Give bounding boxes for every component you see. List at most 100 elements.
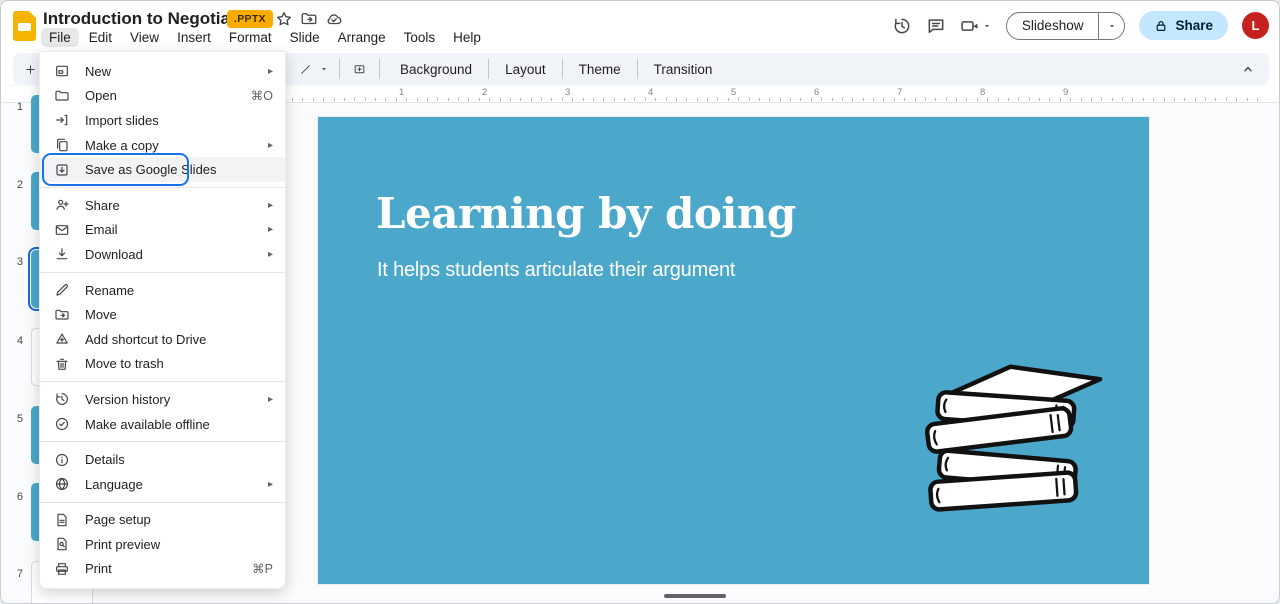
submenu-arrow-icon: ▸ [268,200,273,211]
submenu-arrow-icon: ▸ [268,249,273,260]
ruler-tick [531,98,532,101]
ruler-tick [998,98,999,101]
meet-presentation-control[interactable] [960,16,992,36]
ruler-tick [489,98,490,101]
menubar-item-slide[interactable]: Slide [282,28,328,47]
collapse-toolbar-button[interactable] [1239,60,1257,78]
ruler-tick [1215,98,1216,101]
ruler-tick [334,98,335,101]
new-slide-plus-button[interactable] [21,60,40,79]
menu-item-label: Make a copy [85,138,159,153]
ruler-tick [541,98,542,101]
toolbar-button-transition[interactable]: Transition [644,58,723,81]
toolbar-mid: Background Layout Theme Transition [296,58,722,81]
ruler-tick [894,98,895,101]
slide-subtitle-text[interactable]: It helps students articulate their argum… [377,259,735,282]
menubar-item-format[interactable]: Format [221,28,280,47]
menu-item-label: Version history [85,392,170,407]
slideshow-button[interactable]: Slideshow [1007,13,1099,39]
ruler-number: 5 [731,87,736,98]
menubar-item-help[interactable]: Help [445,28,489,47]
menubar-item-view[interactable]: View [122,28,167,47]
menu-item-share[interactable]: Share▸ [40,193,285,218]
slide-number: 5 [7,413,23,425]
ruler-tick [697,98,698,101]
folder-open-icon [54,88,70,104]
toolbar-button-theme[interactable]: Theme [569,58,631,81]
slide-title-text[interactable]: Learning by doing [376,189,796,238]
menubar-item-arrange[interactable]: Arrange [330,28,394,47]
ruler-tick [396,98,397,101]
menu-item-print[interactable]: Print⌘P [40,557,285,582]
ruler-tick [1112,98,1113,101]
line-tool-caret-icon[interactable] [319,64,329,74]
ruler-tick [946,98,947,101]
ruler-tick [551,98,552,101]
menubar-item-edit[interactable]: Edit [81,28,120,47]
menu-item-label: Download [85,247,143,262]
ruler-tick [1091,98,1092,101]
share-button[interactable]: Share [1139,11,1228,40]
ruler-tick [1226,98,1227,101]
menu-item-move-to-trash[interactable]: Move to trash [40,352,285,377]
menu-item-move[interactable]: Move [40,302,285,327]
folder-move-icon [54,307,70,323]
menu-item-print-preview[interactable]: Print preview [40,532,285,557]
menu-item-open[interactable]: Open⌘O [40,84,285,109]
account-avatar[interactable]: L [1242,12,1269,39]
move-folder-icon[interactable] [300,10,318,28]
books-stack-illustration[interactable] [903,349,1118,534]
slideshow-options-caret[interactable] [1098,13,1124,39]
line-tool-button[interactable] [296,60,315,79]
menu-item-add-shortcut-to-drive[interactable]: Add shortcut to Drive [40,327,285,352]
menu-item-make-a-copy[interactable]: Make a copy▸ [40,133,285,158]
ruler-tick [365,98,366,101]
menu-item-version-history[interactable]: Version history▸ [40,387,285,412]
star-icon[interactable] [275,10,293,28]
menu-item-download[interactable]: Download ▸ [40,242,285,267]
version-history-icon[interactable] [892,16,912,36]
menu-item-import-slides[interactable]: Import slides [40,108,285,133]
toolbar-buttons: Background Layout Theme Transition [390,58,722,81]
menubar-item-file[interactable]: File [41,28,79,47]
menu-item-details[interactable]: Details [40,447,285,472]
ruler-tick [292,98,293,101]
menu-item-label: Email [85,222,118,237]
ruler-tick [417,98,418,101]
comments-icon[interactable] [926,16,946,36]
menu-item-label: Print [85,561,112,576]
ruler-tick [427,98,428,101]
cloud-saved-icon[interactable] [325,10,343,28]
menu-item-save-as-google-slides[interactable]: Save as Google Slides [40,157,285,182]
ruler-tick [738,98,739,101]
menu-item-page-setup[interactable]: Page setup [40,508,285,533]
ruler-tick [500,98,501,101]
ruler-tick [1195,98,1196,101]
menu-item-label: Print preview [85,537,160,552]
menu-item-rename[interactable]: Rename [40,278,285,303]
ruler-tick [977,98,978,101]
caret-down-icon[interactable] [982,21,992,31]
ruler-tick [1174,98,1175,101]
menu-item-make-available-offline[interactable]: Make available offline [40,412,285,437]
slide-number: 3 [7,256,23,268]
menu-item-new[interactable]: New▸ [40,59,285,84]
menubar-item-insert[interactable]: Insert [169,28,219,47]
notes-resize-handle[interactable] [664,594,726,598]
toolbar-button-layout[interactable]: Layout [495,58,556,81]
lock-icon [1154,19,1168,33]
menubar-item-tools[interactable]: Tools [396,28,444,47]
current-slide[interactable]: Learning by doing It helps students arti… [318,117,1149,584]
menu-item-language[interactable]: Language▸ [40,472,285,497]
toolbar-button-background[interactable]: Background [390,58,482,81]
google-slides-logo-icon[interactable] [13,11,36,41]
ruler-tick [655,98,656,101]
ruler-tick [1122,98,1123,101]
video-camera-icon[interactable] [960,16,980,36]
new-slide-icon [54,63,70,79]
print-preview-icon [54,536,70,552]
menu-item-email[interactable]: Email▸ [40,218,285,243]
ruler-tick [593,98,594,101]
ruler-tick [1205,98,1206,101]
add-comment-button[interactable] [350,60,369,79]
